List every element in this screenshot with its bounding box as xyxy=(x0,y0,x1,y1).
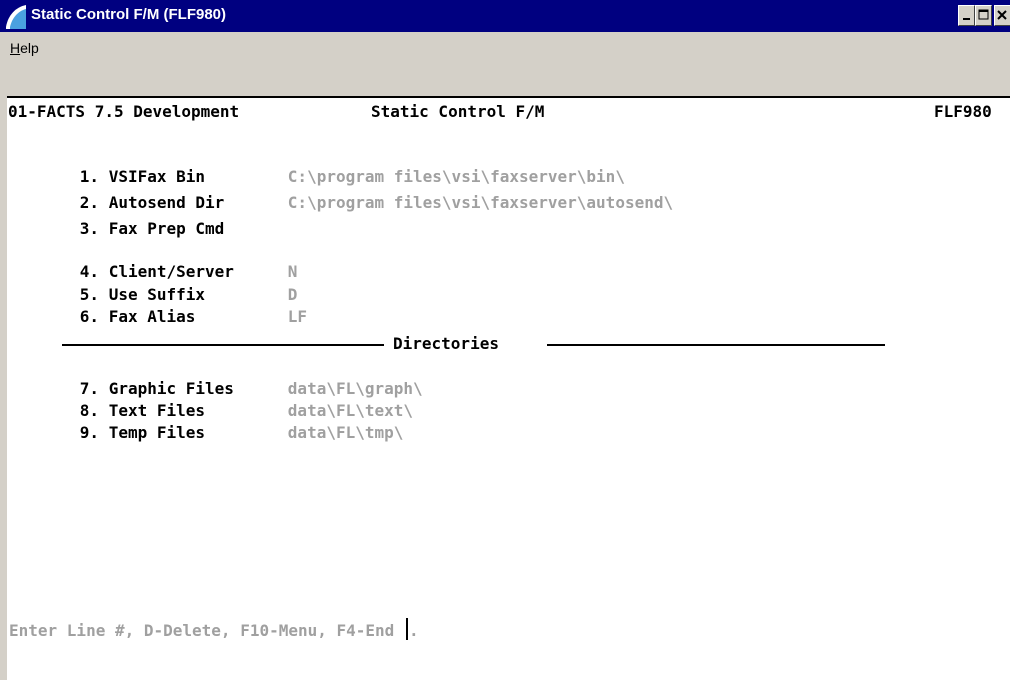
window-controls xyxy=(958,5,1010,27)
divider-right xyxy=(547,344,885,346)
program-title: Static Control F/M xyxy=(371,102,545,121)
minimize-icon xyxy=(963,18,970,20)
close-button[interactable] xyxy=(994,5,1010,26)
menu-bar: Help xyxy=(0,32,1010,60)
command-prompt[interactable]: Enter Line #, D-Delete, F10-Menu, F4-End… xyxy=(9,618,419,640)
close-icon xyxy=(997,10,1007,20)
field-row-fax-alias[interactable]: 6. Fax Alias LF xyxy=(22,288,307,345)
window-title: Static Control F/M (FLF980) xyxy=(31,6,226,23)
title-bar[interactable]: Static Control F/M (FLF980) xyxy=(0,0,1010,32)
prompt-suffix: . xyxy=(408,621,419,640)
field-value: C:\program files\vsi\faxserver\autosend\ xyxy=(287,193,674,212)
field-label: 6. Fax Alias xyxy=(79,307,196,326)
minimize-button[interactable] xyxy=(958,5,975,26)
maximize-icon xyxy=(978,9,989,20)
directories-heading: Directories xyxy=(393,334,499,353)
maximize-button[interactable] xyxy=(975,5,992,26)
divider-left xyxy=(62,344,384,346)
app-icon xyxy=(4,3,26,29)
company-name: 01-FACTS 7.5 Development xyxy=(8,102,240,121)
menu-help-label: elp xyxy=(20,40,39,56)
field-row-temp-files[interactable]: 9. Temp Files data\FL\tmp\ xyxy=(22,404,404,461)
prompt-text: Enter Line #, D-Delete, F10-Menu, F4-End xyxy=(9,621,395,640)
program-code: FLF980 xyxy=(934,102,992,121)
menu-help-mnemonic: H xyxy=(10,40,21,56)
app-window: Static Control F/M (FLF980) Help 01-FACT… xyxy=(0,0,1010,680)
text-cursor xyxy=(405,618,408,640)
field-label: 3. Fax Prep Cmd xyxy=(79,219,225,238)
field-label: 9. Temp Files xyxy=(79,423,206,442)
field-value: LF xyxy=(287,307,308,326)
terminal-screen[interactable]: 01-FACTS 7.5 Development Static Control … xyxy=(7,96,1010,680)
menu-item-help[interactable]: Help xyxy=(10,40,39,56)
field-value: data\FL\tmp\ xyxy=(287,423,404,442)
